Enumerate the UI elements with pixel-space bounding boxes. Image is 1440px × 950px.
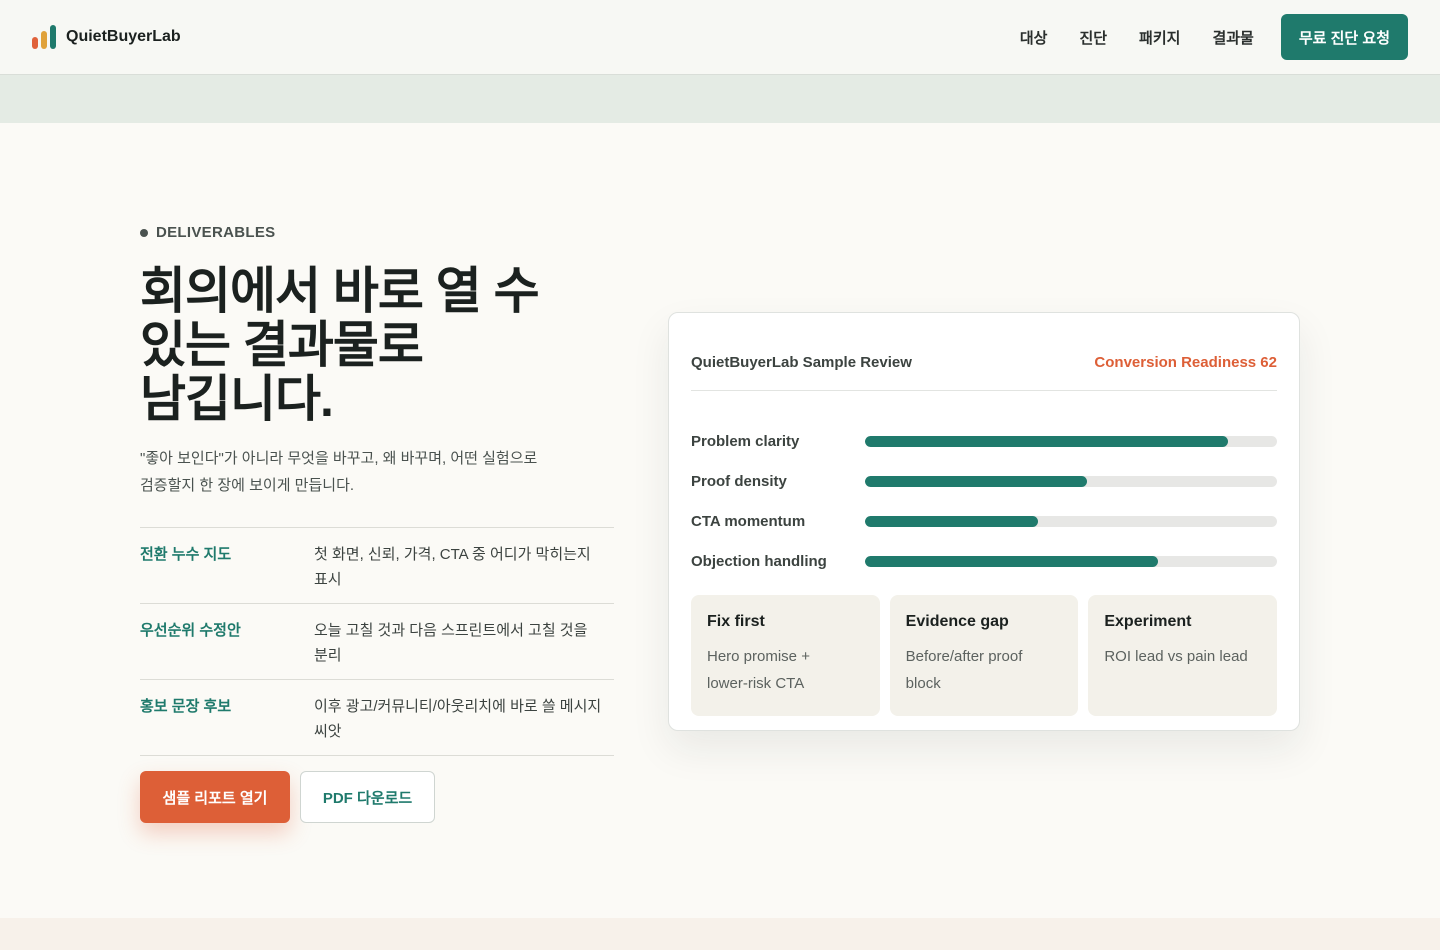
tile-title: Evidence gap bbox=[905, 613, 1009, 630]
metric-list: Problem clarity Proof density CTA moment… bbox=[691, 391, 1277, 581]
headline-line: 회의에서 바로 열 수 bbox=[140, 263, 540, 319]
progress-fill bbox=[865, 515, 1039, 527]
lede-line: 검증할지 한 장에 보이게 만듭니다. bbox=[140, 477, 355, 494]
nav-item-diagnosis[interactable]: 진단 bbox=[1079, 27, 1107, 48]
tile-line: ROI lead vs pain lead bbox=[1104, 648, 1248, 665]
list-item: 홍보 문장 후보 이후 광고/커뮤니티/아웃리치에 바로 쓸 메시지 씨앗 bbox=[140, 680, 614, 756]
pdf-download-button[interactable]: PDF 다운로드 bbox=[300, 771, 435, 823]
description-line: 표시 bbox=[314, 571, 342, 588]
progress-track bbox=[865, 435, 1277, 447]
progress-track bbox=[865, 475, 1277, 487]
bar-chart-logo-icon bbox=[32, 25, 56, 49]
tile-text: Hero promise + lower-risk CTA bbox=[707, 643, 864, 697]
deliverables-list: 전환 누수 지도 첫 화면, 신뢰, 가격, CTA 중 어디가 막히는지 표시… bbox=[140, 527, 614, 756]
metric-label: Proof density bbox=[691, 472, 787, 490]
headline-line: 있는 결과물로 bbox=[140, 317, 424, 373]
metric-row: Objection handling bbox=[691, 541, 1277, 581]
tile-title: Fix first bbox=[707, 613, 765, 630]
section-eyebrow: DELIVERABLES bbox=[140, 224, 275, 241]
headline-line: 남깁니다. bbox=[140, 371, 334, 427]
nav-item-package[interactable]: 패키지 bbox=[1139, 27, 1180, 48]
card-header: QuietBuyerLab Sample Review Conversion R… bbox=[691, 313, 1277, 391]
deliverable-description: 이후 광고/커뮤니티/아웃리치에 바로 쓸 메시지 씨앗 bbox=[314, 694, 609, 755]
deliverable-title: 홍보 문장 후보 bbox=[140, 698, 232, 715]
progress-fill bbox=[865, 555, 1158, 567]
tile-text: Before/after proof block bbox=[906, 643, 1063, 697]
bullet-dot-icon bbox=[140, 228, 148, 237]
description-line: 분리 bbox=[314, 647, 342, 664]
tile-line: Hero promise + bbox=[707, 648, 810, 665]
list-item: 우선순위 수정안 오늘 고칠 것과 다음 스프린트에서 고칠 것을 분리 bbox=[140, 604, 614, 680]
brand[interactable]: QuietBuyerLab bbox=[32, 25, 181, 49]
description-line: 씨앗 bbox=[314, 723, 342, 740]
metric-row: CTA momentum bbox=[691, 501, 1277, 541]
metric-label: Problem clarity bbox=[691, 432, 800, 450]
progress-fill bbox=[865, 435, 1228, 447]
sample-review-card: QuietBuyerLab Sample Review Conversion R… bbox=[668, 312, 1300, 731]
description-line: 이후 광고/커뮤니티/아웃리치에 바로 쓸 메시지 bbox=[314, 698, 602, 715]
tile-line: Before/after proof bbox=[905, 648, 1023, 665]
insight-tile-evidence-gap: Evidence gap Before/after proof block bbox=[889, 595, 1079, 716]
metric-row: Problem clarity bbox=[691, 421, 1277, 461]
card-title: QuietBuyerLab Sample Review bbox=[691, 354, 912, 371]
tile-line: block bbox=[905, 675, 941, 692]
logo-bar-yellow bbox=[41, 31, 47, 49]
brand-name: QuietBuyerLab bbox=[66, 28, 181, 45]
logo-bar-orange bbox=[32, 37, 38, 49]
page-headline: 회의에서 바로 열 수 있는 결과물로 남깁니다. bbox=[140, 264, 580, 426]
tile-line: lower-risk CTA bbox=[707, 675, 805, 692]
lede-text: "좋아 보인다"가 아니라 무엇을 바꾸고, 왜 바꾸며, 어떤 실험으로 검증… bbox=[140, 445, 580, 499]
insight-tile-fix-first: Fix first Hero promise + lower-risk CTA bbox=[691, 595, 880, 716]
insight-tile-experiment: Experiment ROI lead vs pain lead bbox=[1088, 595, 1278, 716]
metric-row: Proof density bbox=[691, 461, 1277, 501]
description-line: 첫 화면, 신뢰, 가격, CTA 중 어디가 막히는지 bbox=[314, 546, 591, 563]
metric-label: Objection handling bbox=[691, 552, 827, 570]
open-sample-report-button[interactable]: 샘플 리포트 열기 bbox=[140, 771, 290, 823]
main-nav: 대상 진단 패키지 결과물 무료 진단 요청 bbox=[988, 14, 1408, 60]
site-header: QuietBuyerLab 대상 진단 패키지 결과물 무료 진단 요청 bbox=[0, 0, 1440, 75]
list-item: 전환 누수 지도 첫 화면, 신뢰, 가격, CTA 중 어디가 막히는지 표시 bbox=[140, 528, 614, 604]
logo-bar-green bbox=[50, 25, 56, 49]
header-band bbox=[0, 75, 1440, 123]
deliverable-description: 오늘 고칠 것과 다음 스프린트에서 고칠 것을 분리 bbox=[314, 618, 609, 679]
conversion-score: Conversion Readiness 62 bbox=[1094, 354, 1277, 371]
progress-fill bbox=[865, 475, 1088, 487]
nav-item-audience[interactable]: 대상 bbox=[1020, 27, 1048, 48]
next-section-band bbox=[0, 918, 1440, 950]
metric-label: CTA momentum bbox=[691, 512, 806, 530]
deliverable-title: 전환 누수 지도 bbox=[140, 546, 232, 563]
tile-text: ROI lead vs pain lead bbox=[1104, 643, 1261, 670]
progress-track bbox=[865, 555, 1277, 567]
free-diagnosis-button[interactable]: 무료 진단 요청 bbox=[1280, 14, 1408, 60]
deliverable-description: 첫 화면, 신뢰, 가격, CTA 중 어디가 막히는지 표시 bbox=[314, 542, 609, 603]
tile-title: Experiment bbox=[1104, 613, 1192, 630]
progress-track bbox=[865, 515, 1277, 527]
lede-line: "좋아 보인다"가 아니라 무엇을 바꾸고, 왜 바꾸며, 어떤 실험으로 bbox=[140, 450, 538, 467]
insight-tiles: Fix first Hero promise + lower-risk CTA … bbox=[691, 595, 1278, 716]
eyebrow-label: DELIVERABLES bbox=[156, 224, 276, 241]
nav-item-deliverables[interactable]: 결과물 bbox=[1212, 27, 1253, 48]
description-line: 오늘 고칠 것과 다음 스프린트에서 고칠 것을 bbox=[314, 622, 588, 639]
deliverable-title: 우선순위 수정안 bbox=[140, 622, 241, 639]
